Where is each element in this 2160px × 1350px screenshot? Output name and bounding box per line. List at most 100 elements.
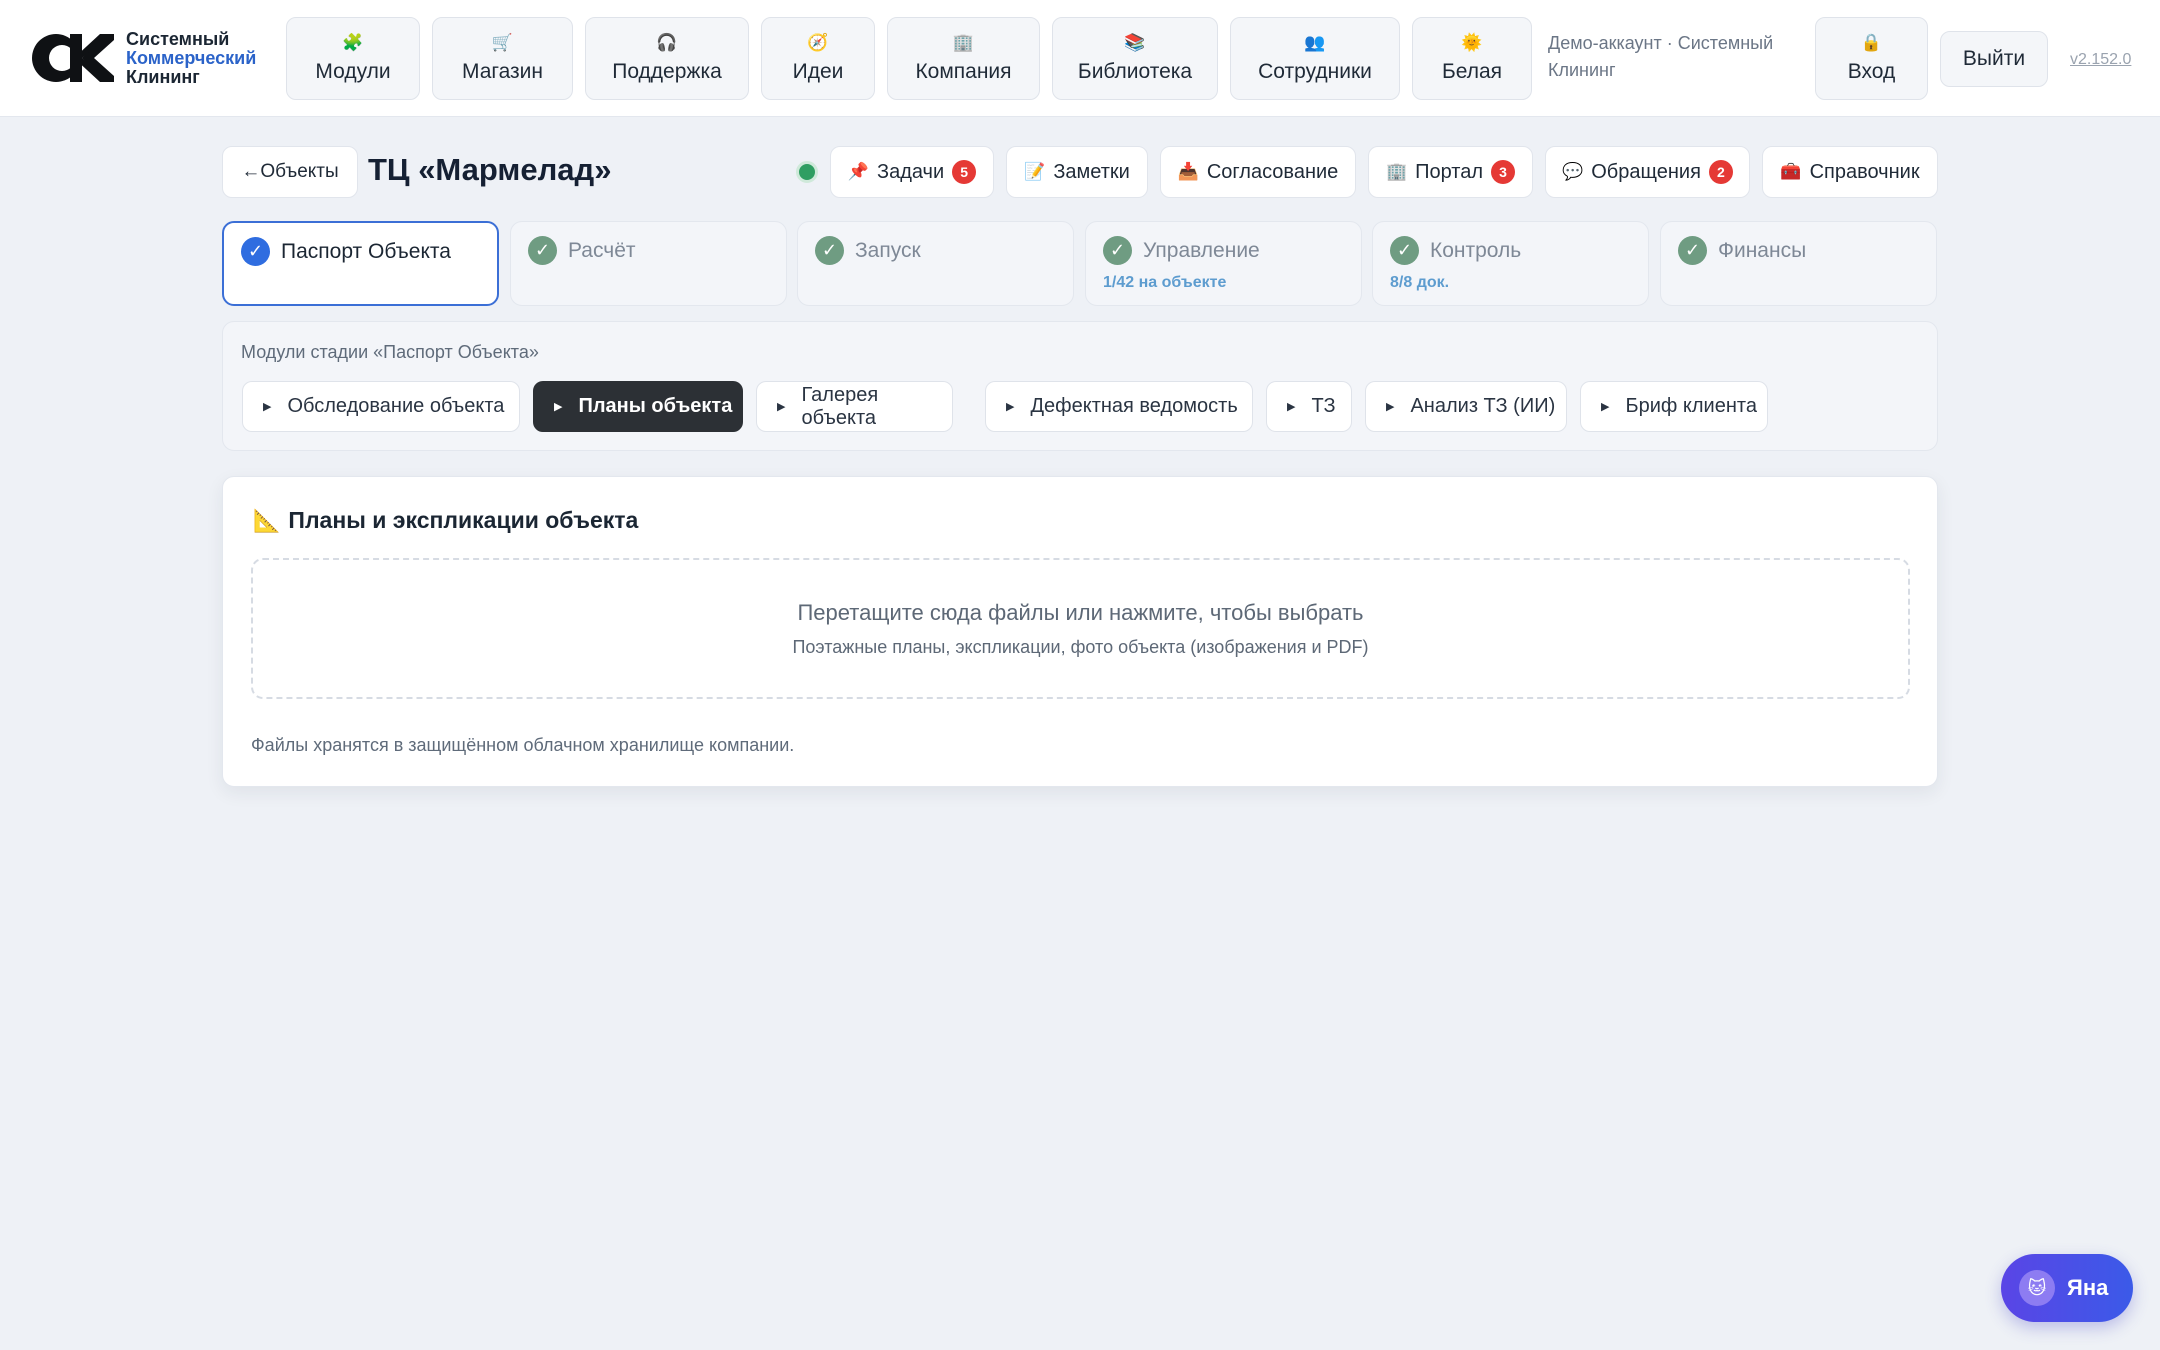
module-label: ТЗ xyxy=(1311,395,1336,417)
play-triangle-icon: ▶ xyxy=(1386,401,1395,413)
sun-icon: 🌞 xyxy=(1461,33,1483,52)
nav-label: Модули xyxy=(315,60,391,83)
stage-modules-panel: Модули стадии «Паспорт Объекта» ▶ Обслед… xyxy=(222,321,1938,451)
nav-ideas[interactable]: 🧭 Идеи xyxy=(761,17,875,100)
stage-tab-finance[interactable]: ✓ Финансы xyxy=(1660,221,1937,306)
nav-label: Магазин xyxy=(461,60,543,83)
stage-label: Управление xyxy=(1143,239,1260,262)
brand-line-3: Клининг xyxy=(126,66,200,87)
assistant-button[interactable]: 🐱 Яна xyxy=(2001,1254,2133,1322)
stage-tab-management[interactable]: ✓ Управление 1/42 на объекте xyxy=(1085,221,1362,306)
dropzone-main-text: Перетащите сюда файлы или нажмите, чтобы… xyxy=(797,600,1364,625)
inbox-icon: 📥 xyxy=(1177,162,1199,181)
nav-label: Идеи xyxy=(792,60,844,83)
stage-progress: 1/42 на объекте xyxy=(1103,274,1227,291)
assistant-avatar-icon: 🐱 xyxy=(2019,1270,2055,1306)
module-defect-list[interactable]: ▶ Дефектная ведомость xyxy=(985,381,1253,432)
play-triangle-icon: ▶ xyxy=(1006,401,1015,413)
reference-label: Справочник xyxy=(1809,160,1920,183)
check-icon: ✓ xyxy=(815,236,844,265)
nav-theme-light[interactable]: 🌞 Белая xyxy=(1412,17,1532,100)
stage-label: Запуск xyxy=(855,239,921,262)
nav-support[interactable]: 🎧 Поддержка xyxy=(585,17,749,100)
memo-icon: 📝 xyxy=(1024,162,1046,181)
card-title: 📐 Планы и экспликации объекта xyxy=(253,507,638,534)
play-triangle-icon: ▶ xyxy=(1287,401,1296,413)
play-triangle-icon: ▶ xyxy=(554,401,563,413)
module-label: Обследование объекта xyxy=(287,395,505,417)
nav-label: Белая xyxy=(1441,60,1503,83)
card-title-text: Планы и экспликации объекта xyxy=(288,507,639,533)
stage-label: Расчёт xyxy=(568,239,636,262)
play-triangle-icon: ▶ xyxy=(1601,401,1610,413)
speech-bubble-icon: 💬 xyxy=(1562,162,1584,181)
login-button[interactable]: 🔒 Вход xyxy=(1815,17,1928,100)
nav-company[interactable]: 🏢 Компания xyxy=(887,17,1040,100)
file-dropzone[interactable]: Перетащите сюда файлы или нажмите, чтобы… xyxy=(251,558,1910,699)
logout-button[interactable]: Выйти xyxy=(1940,31,2048,87)
stage-progress: 8/8 док. xyxy=(1390,274,1450,291)
stage-tab-launch[interactable]: ✓ Запуск xyxy=(797,221,1074,306)
page-title: ТЦ «Мармелад» xyxy=(368,152,612,187)
module-plans[interactable]: ▶ Планы объекта xyxy=(533,381,743,432)
stage-tab-passport[interactable]: ✓ Паспорт Объекта xyxy=(222,221,499,306)
module-label: Планы объекта xyxy=(578,395,733,417)
stage-label: Контроль xyxy=(1430,239,1522,262)
version-link[interactable]: v2.152.0 xyxy=(2070,51,2131,69)
assistant-name: Яна xyxy=(2067,1275,2109,1300)
compass-icon: 🧭 xyxy=(807,33,829,52)
requests-label: Обращения xyxy=(1591,160,1701,183)
play-triangle-icon: ▶ xyxy=(777,401,786,413)
requests-count-badge: 2 xyxy=(1708,160,1733,184)
modules-title: Модули стадии «Паспорт Объекта» xyxy=(241,342,539,362)
nav-label: Компания xyxy=(915,60,1012,83)
notes-button[interactable]: 📝 Заметки xyxy=(1006,146,1148,198)
module-tz[interactable]: ▶ ТЗ xyxy=(1266,381,1352,432)
requests-button[interactable]: 💬 Обращения 2 xyxy=(1545,146,1750,198)
approval-label: Согласование xyxy=(1206,160,1339,183)
demo-account-text: Демо-аккаунт · Системный Клининг xyxy=(1548,33,1774,80)
module-label: Анализ ТЗ (ИИ) xyxy=(1410,395,1556,417)
status-indicator xyxy=(796,161,818,183)
triangle-ruler-icon: 📐 xyxy=(253,507,281,533)
nav-library[interactable]: 📚 Библиотека xyxy=(1052,17,1218,100)
reference-button[interactable]: 🧰 Справочник xyxy=(1762,146,1938,198)
nav-employees[interactable]: 👥 Сотрудники xyxy=(1230,17,1400,100)
brand-name: Системный Коммерческий Клининг xyxy=(126,29,257,87)
module-survey[interactable]: ▶ Обследование объекта xyxy=(242,381,520,432)
check-icon: ✓ xyxy=(528,236,557,265)
module-label: Бриф клиента xyxy=(1625,395,1757,417)
stage-tab-calculation[interactable]: ✓ Расчёт xyxy=(510,221,787,306)
nav-shop[interactable]: 🛒 Магазин xyxy=(432,17,573,100)
module-client-brief[interactable]: ▶ Бриф клиента xyxy=(1580,381,1768,432)
nav-label: Библиотека xyxy=(1077,60,1193,83)
portal-count-badge: 3 xyxy=(1491,160,1516,184)
module-gallery[interactable]: ▶ Галерея объекта xyxy=(756,381,953,432)
dropzone-hint: Поэтажные планы, экспликации, фото объек… xyxy=(792,637,1369,657)
cart-icon: 🛒 xyxy=(491,33,514,52)
nav-label: Поддержка xyxy=(612,60,722,83)
stage-label: Финансы xyxy=(1718,239,1807,262)
check-icon: ✓ xyxy=(241,237,270,266)
portal-label: Портал xyxy=(1415,160,1484,183)
tasks-count-badge: 5 xyxy=(952,160,977,184)
tasks-button[interactable]: 📌 Задачи 5 xyxy=(830,146,994,198)
brand-logo[interactable]: Системный Коммерческий Клининг xyxy=(30,28,256,88)
plans-card: 📐 Планы и экспликации объекта Перетащите… xyxy=(222,476,1938,787)
logo-mark-icon xyxy=(30,28,114,88)
portal-button[interactable]: 🏢 Портал 3 xyxy=(1368,146,1533,198)
brand-line-2: Коммерческий xyxy=(126,47,257,68)
back-to-objects-button[interactable]: ←Объекты xyxy=(222,146,358,198)
nav-modules[interactable]: 🧩 Модули xyxy=(286,17,420,100)
books-icon: 📚 xyxy=(1124,33,1146,52)
pin-icon: 📌 xyxy=(847,162,869,181)
stage-tab-control[interactable]: ✓ Контроль 8/8 док. xyxy=(1372,221,1649,306)
play-triangle-icon: ▶ xyxy=(263,401,272,413)
module-tz-analysis[interactable]: ▶ Анализ ТЗ (ИИ) xyxy=(1365,381,1567,432)
approval-button[interactable]: 📥 Согласование xyxy=(1160,146,1356,198)
puzzle-icon: 🧩 xyxy=(342,33,364,52)
people-icon: 👥 xyxy=(1304,33,1326,52)
toolbox-icon: 🧰 xyxy=(1780,162,1802,181)
check-icon: ✓ xyxy=(1678,236,1707,265)
module-label: Дефектная ведомость xyxy=(1030,395,1238,417)
